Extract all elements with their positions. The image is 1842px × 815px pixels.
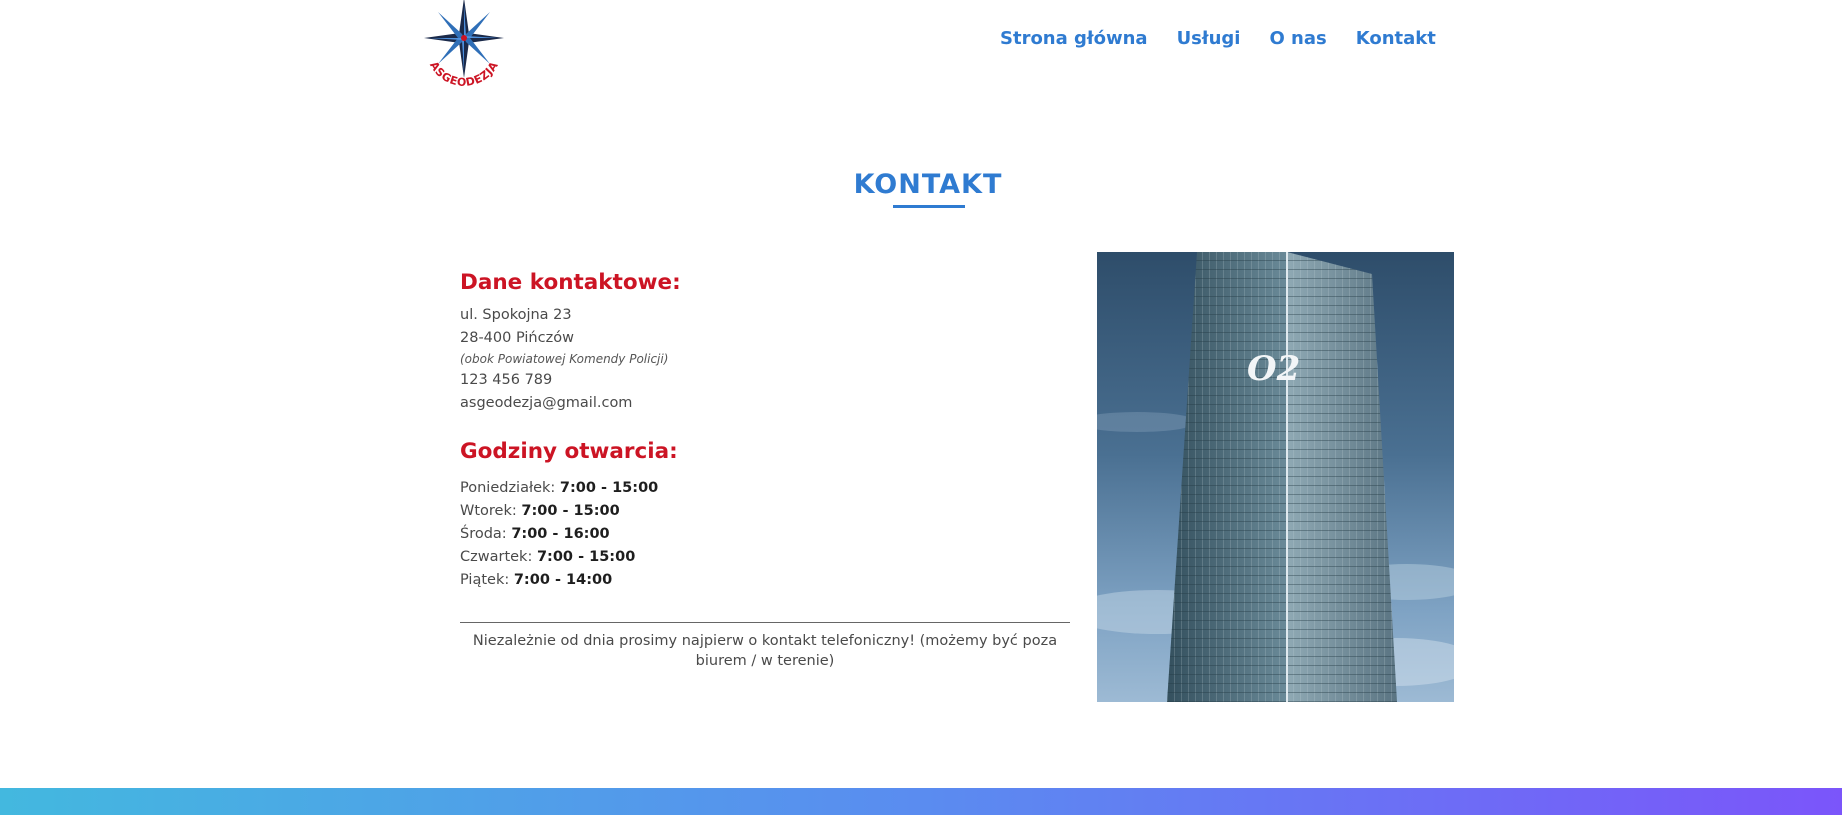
hours-row: Czwartek: 7:00 - 15:00 — [460, 546, 1070, 569]
page-title: KONTAKT — [853, 169, 1003, 200]
time-range: 7:00 - 16:00 — [511, 526, 610, 542]
hours-row: Wtorek: 7:00 - 15:00 — [460, 500, 1070, 523]
hours-row: Piątek: 7:00 - 14:00 — [460, 569, 1070, 592]
hours-row: Środa: 7:00 - 16:00 — [460, 523, 1070, 546]
email-address[interactable]: asgeodezja@gmail.com — [460, 392, 1070, 415]
opening-hours-list: Poniedziałek: 7:00 - 15:00 Wtorek: 7:00 … — [460, 477, 1070, 592]
main-nav: Strona główna Usługi O nas Kontakt — [1000, 28, 1436, 49]
day-label: Poniedziałek: — [460, 480, 556, 496]
footer-gradient-bar — [0, 788, 1842, 815]
nav-link-services[interactable]: Usługi — [1177, 28, 1241, 49]
day-label: Piątek: — [460, 572, 510, 588]
title-underline — [893, 205, 965, 208]
compass-logo-icon[interactable]: ASGEODEZJA — [420, 0, 508, 86]
divider — [460, 622, 1070, 623]
day-label: Czwartek: — [460, 549, 533, 565]
address-street: ul. Spokojna 23 — [460, 307, 572, 323]
office-building-photo: O2 — [1097, 252, 1454, 702]
site-header: ASGEODEZJA Strona główna Usługi O nas Ko… — [0, 0, 1842, 90]
nav-link-home[interactable]: Strona główna — [1000, 28, 1148, 49]
address-city: 28-400 Pińczów — [460, 330, 574, 346]
location-note: (obok Powiatowej Komendy Policji) — [460, 352, 669, 366]
time-range: 7:00 - 15:00 — [559, 480, 659, 496]
contact-section: Dane kontaktowe: ul. Spokojna 23 28-400 … — [460, 268, 1070, 686]
time-range: 7:00 - 15:00 — [521, 503, 620, 519]
phone-first-notice: Niezależnie od dnia prosimy najpierw o k… — [472, 633, 1058, 669]
contact-heading: Dane kontaktowe: — [460, 270, 681, 295]
day-label: Wtorek: — [460, 503, 517, 519]
time-range: 7:00 - 14:00 — [513, 572, 613, 588]
hours-row: Poniedziałek: 7:00 - 15:00 — [460, 477, 1070, 500]
day-label: Środa: — [460, 526, 507, 542]
hours-heading: Godziny otwarcia: — [460, 439, 678, 464]
time-range: 7:00 - 15:00 — [536, 549, 636, 565]
phone-number[interactable]: 123 456 789 — [460, 369, 1070, 392]
nav-link-contact[interactable]: Kontakt — [1356, 28, 1436, 49]
building-sign-text: O2 — [1247, 349, 1300, 389]
nav-link-about[interactable]: O nas — [1269, 28, 1326, 49]
